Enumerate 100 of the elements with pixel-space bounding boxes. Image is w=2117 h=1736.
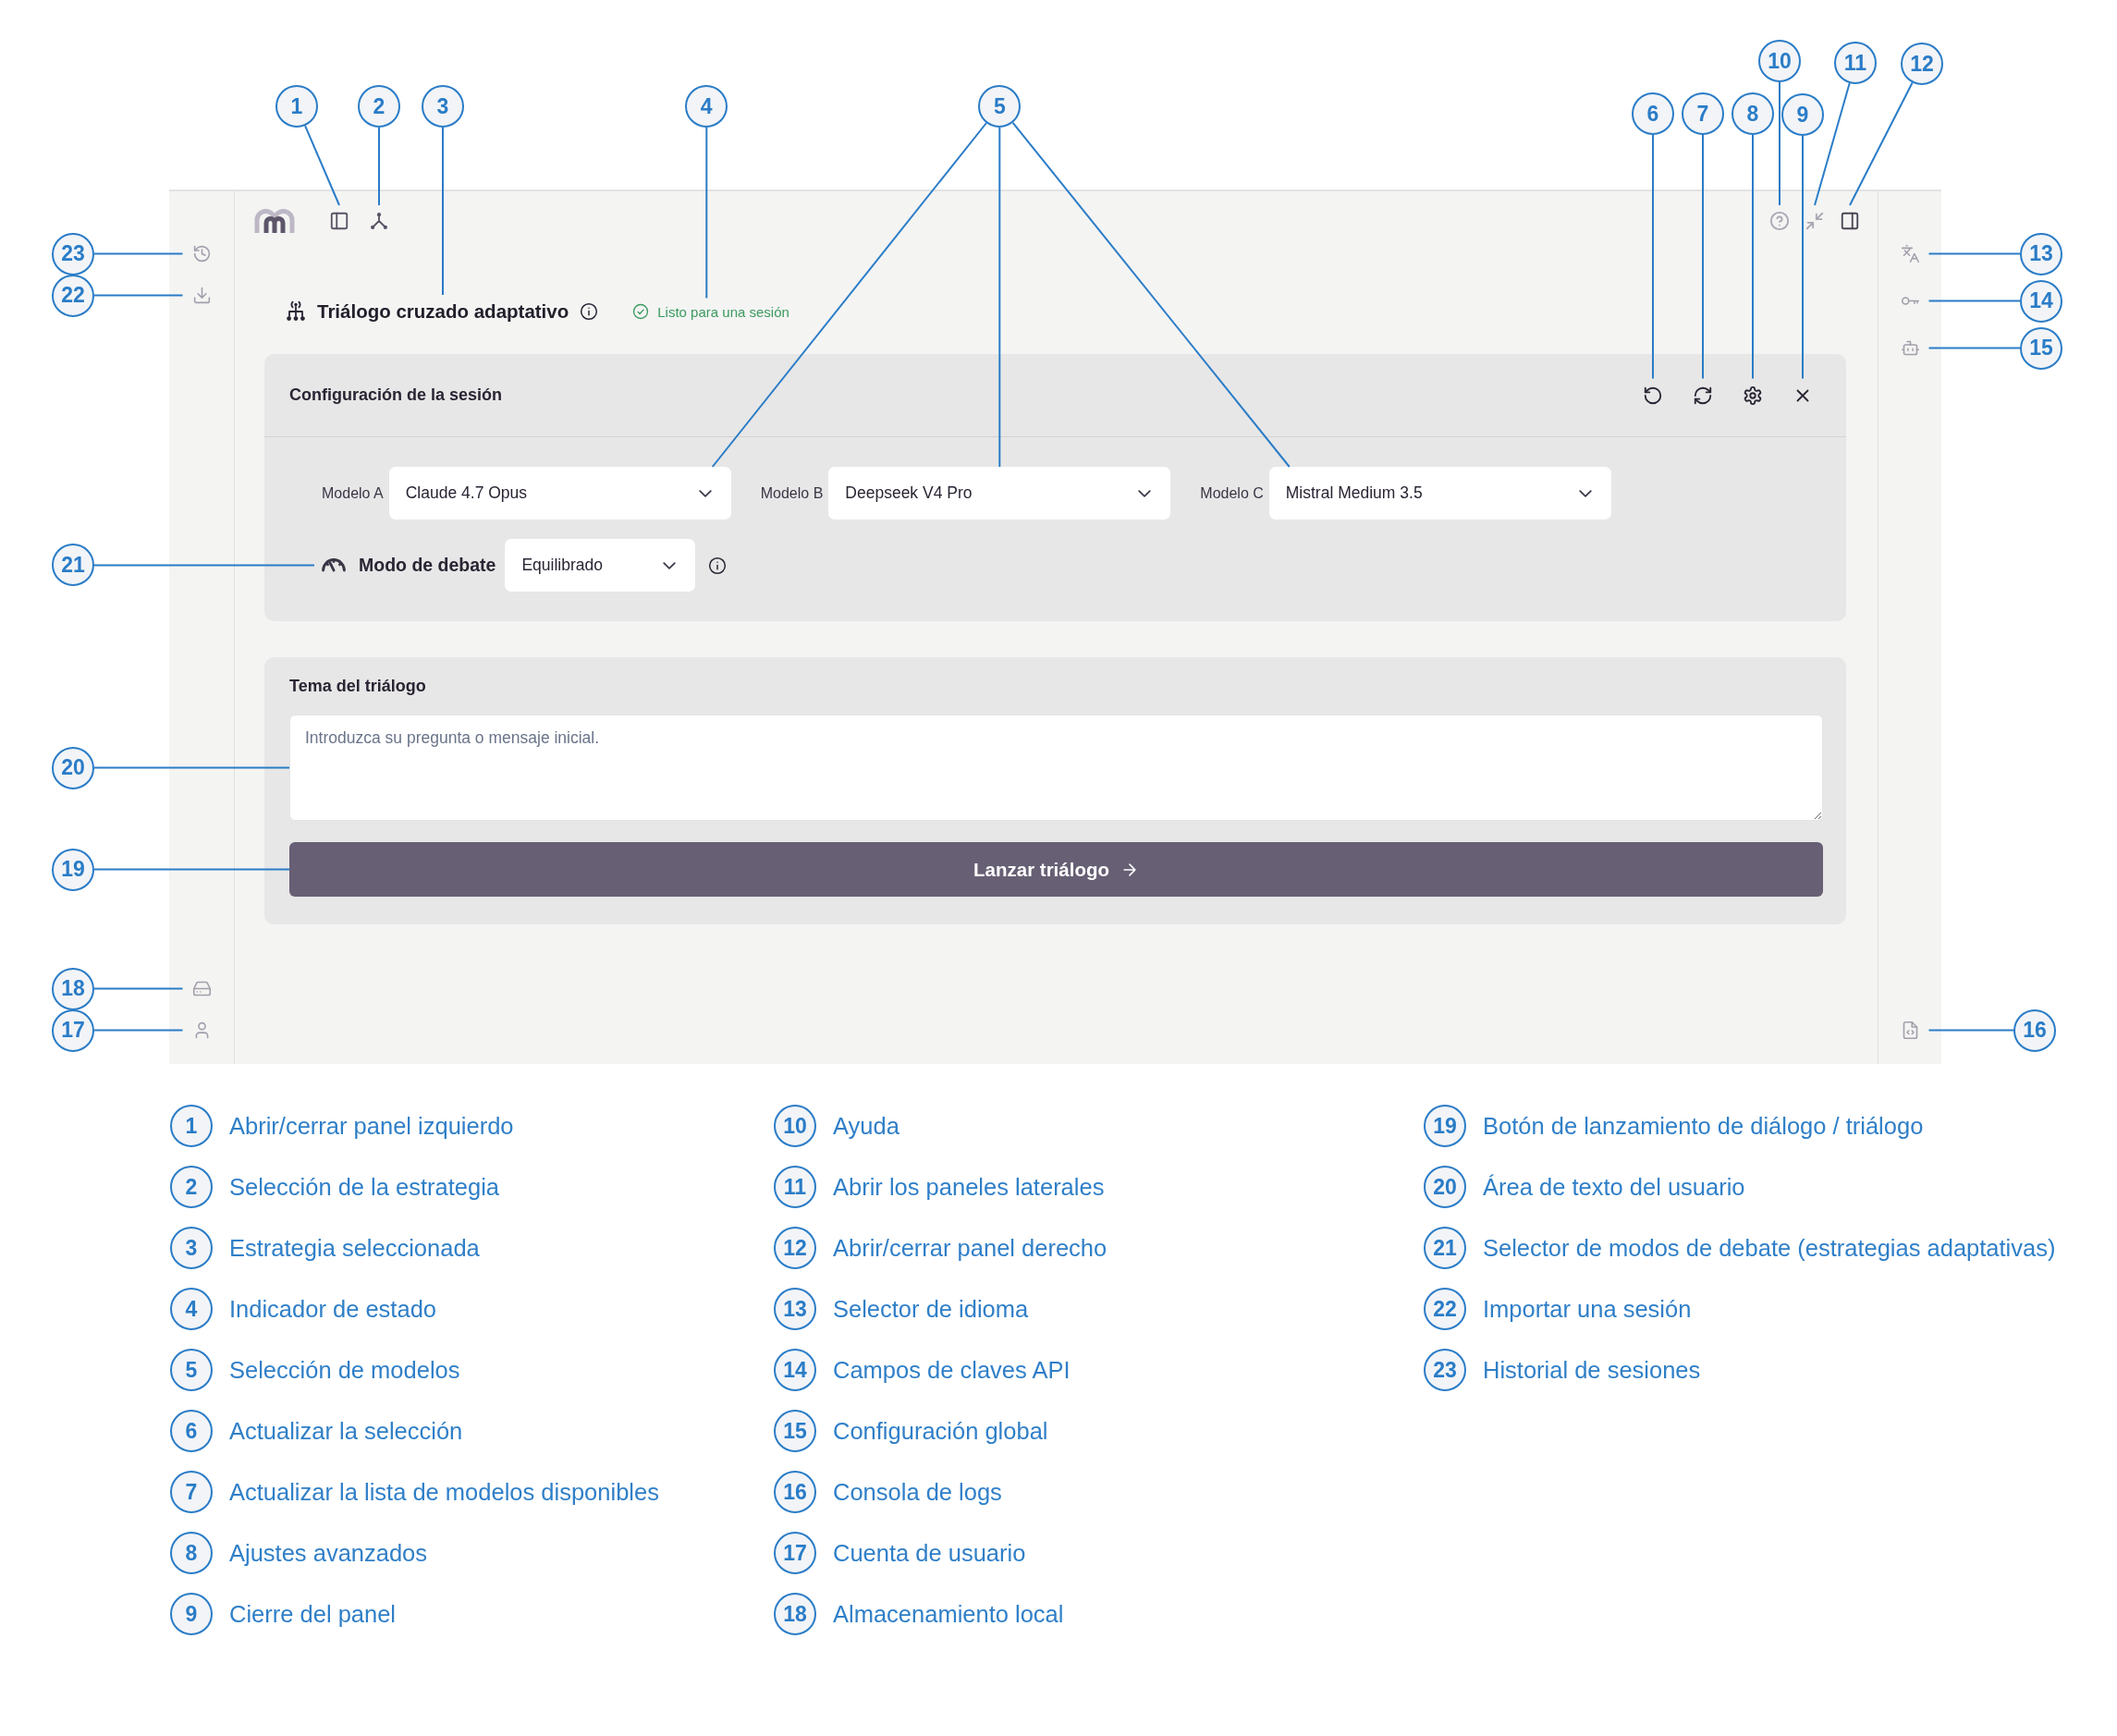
legend-text: Campos de claves API xyxy=(833,1356,1071,1384)
legend-text: Indicador de estado xyxy=(229,1295,436,1323)
callout-number: 21 xyxy=(52,544,94,587)
legend-number: 18 xyxy=(774,1593,816,1635)
hard-drive-icon[interactable] xyxy=(191,979,212,998)
callout-number: 17 xyxy=(52,1009,94,1052)
info-icon[interactable] xyxy=(708,556,728,575)
legend-text: Almacenamiento local xyxy=(833,1600,1064,1628)
minimize-icon[interactable] xyxy=(1805,211,1825,231)
history-icon[interactable] xyxy=(191,244,212,263)
legend-text: Área de texto del usuario xyxy=(1483,1173,1745,1201)
launch-button[interactable]: Lanzar triálogo xyxy=(289,842,1823,897)
refresh-icon[interactable] xyxy=(1693,385,1713,406)
legend-text: Actualizar la lista de modelos disponibles xyxy=(229,1478,659,1506)
callout-number: 6 xyxy=(1632,92,1674,135)
model-select[interactable]: Mistral Medium 3.5 xyxy=(1268,467,1611,520)
legend-number: 19 xyxy=(1424,1105,1466,1147)
callout-number: 13 xyxy=(2020,232,2062,275)
legend-text: Selector de modos de debate (estrategias adaptativas) xyxy=(1483,1234,2056,1262)
callout-number: 23 xyxy=(52,232,94,275)
legend-text: Abrir los paneles laterales xyxy=(833,1173,1105,1201)
strategy-title[interactable]: Triálogo cruzado adaptativo xyxy=(317,300,569,323)
legend-number: 23 xyxy=(1424,1349,1466,1391)
legend-text: Actualizar la selección xyxy=(229,1417,463,1445)
download-icon[interactable] xyxy=(191,286,212,305)
check-circle-icon xyxy=(632,303,650,320)
text-area[interactable]: Introduzca su pregunta o mensaje inicial. xyxy=(289,715,1823,821)
callout-number: 18 xyxy=(52,967,94,1010)
callout-number: 14 xyxy=(2020,279,2062,323)
legend-text: Cierre del panel xyxy=(229,1600,397,1628)
legend-number: 20 xyxy=(1424,1166,1466,1208)
callout-number: 19 xyxy=(52,848,94,891)
callout-number: 15 xyxy=(2020,326,2062,370)
field-label: Tema del triálogo xyxy=(289,676,427,696)
field-label: Modelo C xyxy=(1200,484,1264,502)
info-icon[interactable] xyxy=(580,302,599,321)
model-select[interactable]: Claude 4.7 Opus xyxy=(388,467,731,520)
model-select[interactable]: Deepseek V4 Pro xyxy=(828,467,1171,520)
callout-number: 4 xyxy=(685,85,728,128)
legend-number: 5 xyxy=(170,1349,213,1391)
legend-number: 4 xyxy=(170,1288,213,1330)
legend-number: 12 xyxy=(774,1227,816,1269)
debate-mode-label: Modo de debate xyxy=(359,555,496,576)
callout-number: 12 xyxy=(1901,43,1943,85)
callout-number: 8 xyxy=(1732,92,1774,135)
callout-number: 5 xyxy=(978,85,1022,128)
legend-number: 15 xyxy=(774,1410,816,1452)
legend-number: 16 xyxy=(774,1471,816,1513)
callout-number: 7 xyxy=(1682,92,1724,135)
legend-text: Selector de idioma xyxy=(833,1295,1029,1323)
legend-text: Selección de modelos xyxy=(229,1356,460,1384)
callout-number: 22 xyxy=(52,274,94,317)
legend-text: Importar una sesión xyxy=(1483,1295,1692,1323)
nodes-icon[interactable] xyxy=(369,211,389,231)
callout-number: 20 xyxy=(52,746,94,789)
legend-number: 7 xyxy=(170,1471,213,1513)
mode-select[interactable]: Equilibrado xyxy=(505,539,696,592)
legend-number: 1 xyxy=(170,1105,213,1147)
legend-number: 11 xyxy=(774,1166,816,1208)
legend-number: 22 xyxy=(1424,1288,1466,1330)
legend-text: Selección de la estrategia xyxy=(229,1173,500,1201)
callout-number: 16 xyxy=(2013,1009,2056,1052)
legend-number: 8 xyxy=(170,1532,213,1574)
translate-icon[interactable] xyxy=(1900,244,1920,263)
gauge-icon xyxy=(322,558,346,572)
field-label: Modelo B xyxy=(760,484,824,502)
legend-number: 6 xyxy=(170,1410,213,1452)
right-panel-icon[interactable] xyxy=(1840,211,1860,231)
legend-text: Cuenta de usuario xyxy=(833,1539,1026,1567)
callout-number: 10 xyxy=(1758,40,1801,82)
legend-number: 17 xyxy=(774,1532,816,1574)
callout-number: 11 xyxy=(1834,42,1877,84)
panel-title: Configuración de la sesión xyxy=(289,385,503,405)
status-text: Listo para una sesión xyxy=(657,303,789,320)
help-icon[interactable] xyxy=(1769,211,1790,231)
callout-number: 3 xyxy=(422,85,464,128)
left-panel-icon[interactable] xyxy=(329,211,349,231)
rotate-icon[interactable] xyxy=(1643,385,1663,406)
app-logo xyxy=(254,209,295,233)
settings-icon[interactable] xyxy=(1743,385,1763,406)
legend-text: Configuración global xyxy=(833,1417,1048,1445)
legend-number: 2 xyxy=(170,1166,213,1208)
legend-text: Consola de logs xyxy=(833,1478,1002,1506)
legend-number: 9 xyxy=(170,1593,213,1635)
legend-text: Historial de sesiones xyxy=(1483,1356,1701,1384)
callout-number: 2 xyxy=(358,85,400,128)
legend-number: 10 xyxy=(774,1105,816,1147)
legend-text: Ayuda xyxy=(833,1112,899,1140)
robot-icon[interactable] xyxy=(1900,338,1920,358)
field-label: Modelo A xyxy=(322,484,384,502)
legend-text: Abrir/cerrar panel derecho xyxy=(833,1234,1107,1262)
hierarchy-icon xyxy=(285,300,307,323)
callout-number: 1 xyxy=(275,85,318,128)
legend-text: Abrir/cerrar panel izquierdo xyxy=(229,1112,514,1140)
legend-text: Botón de lanzamiento de diálogo / triálogo xyxy=(1483,1112,1924,1140)
legend-text: Estrategia seleccionada xyxy=(229,1234,480,1262)
callout-number: 9 xyxy=(1781,93,1824,136)
legend-number: 3 xyxy=(170,1227,213,1269)
legend-number: 14 xyxy=(774,1349,816,1391)
legend-number: 21 xyxy=(1424,1227,1466,1269)
